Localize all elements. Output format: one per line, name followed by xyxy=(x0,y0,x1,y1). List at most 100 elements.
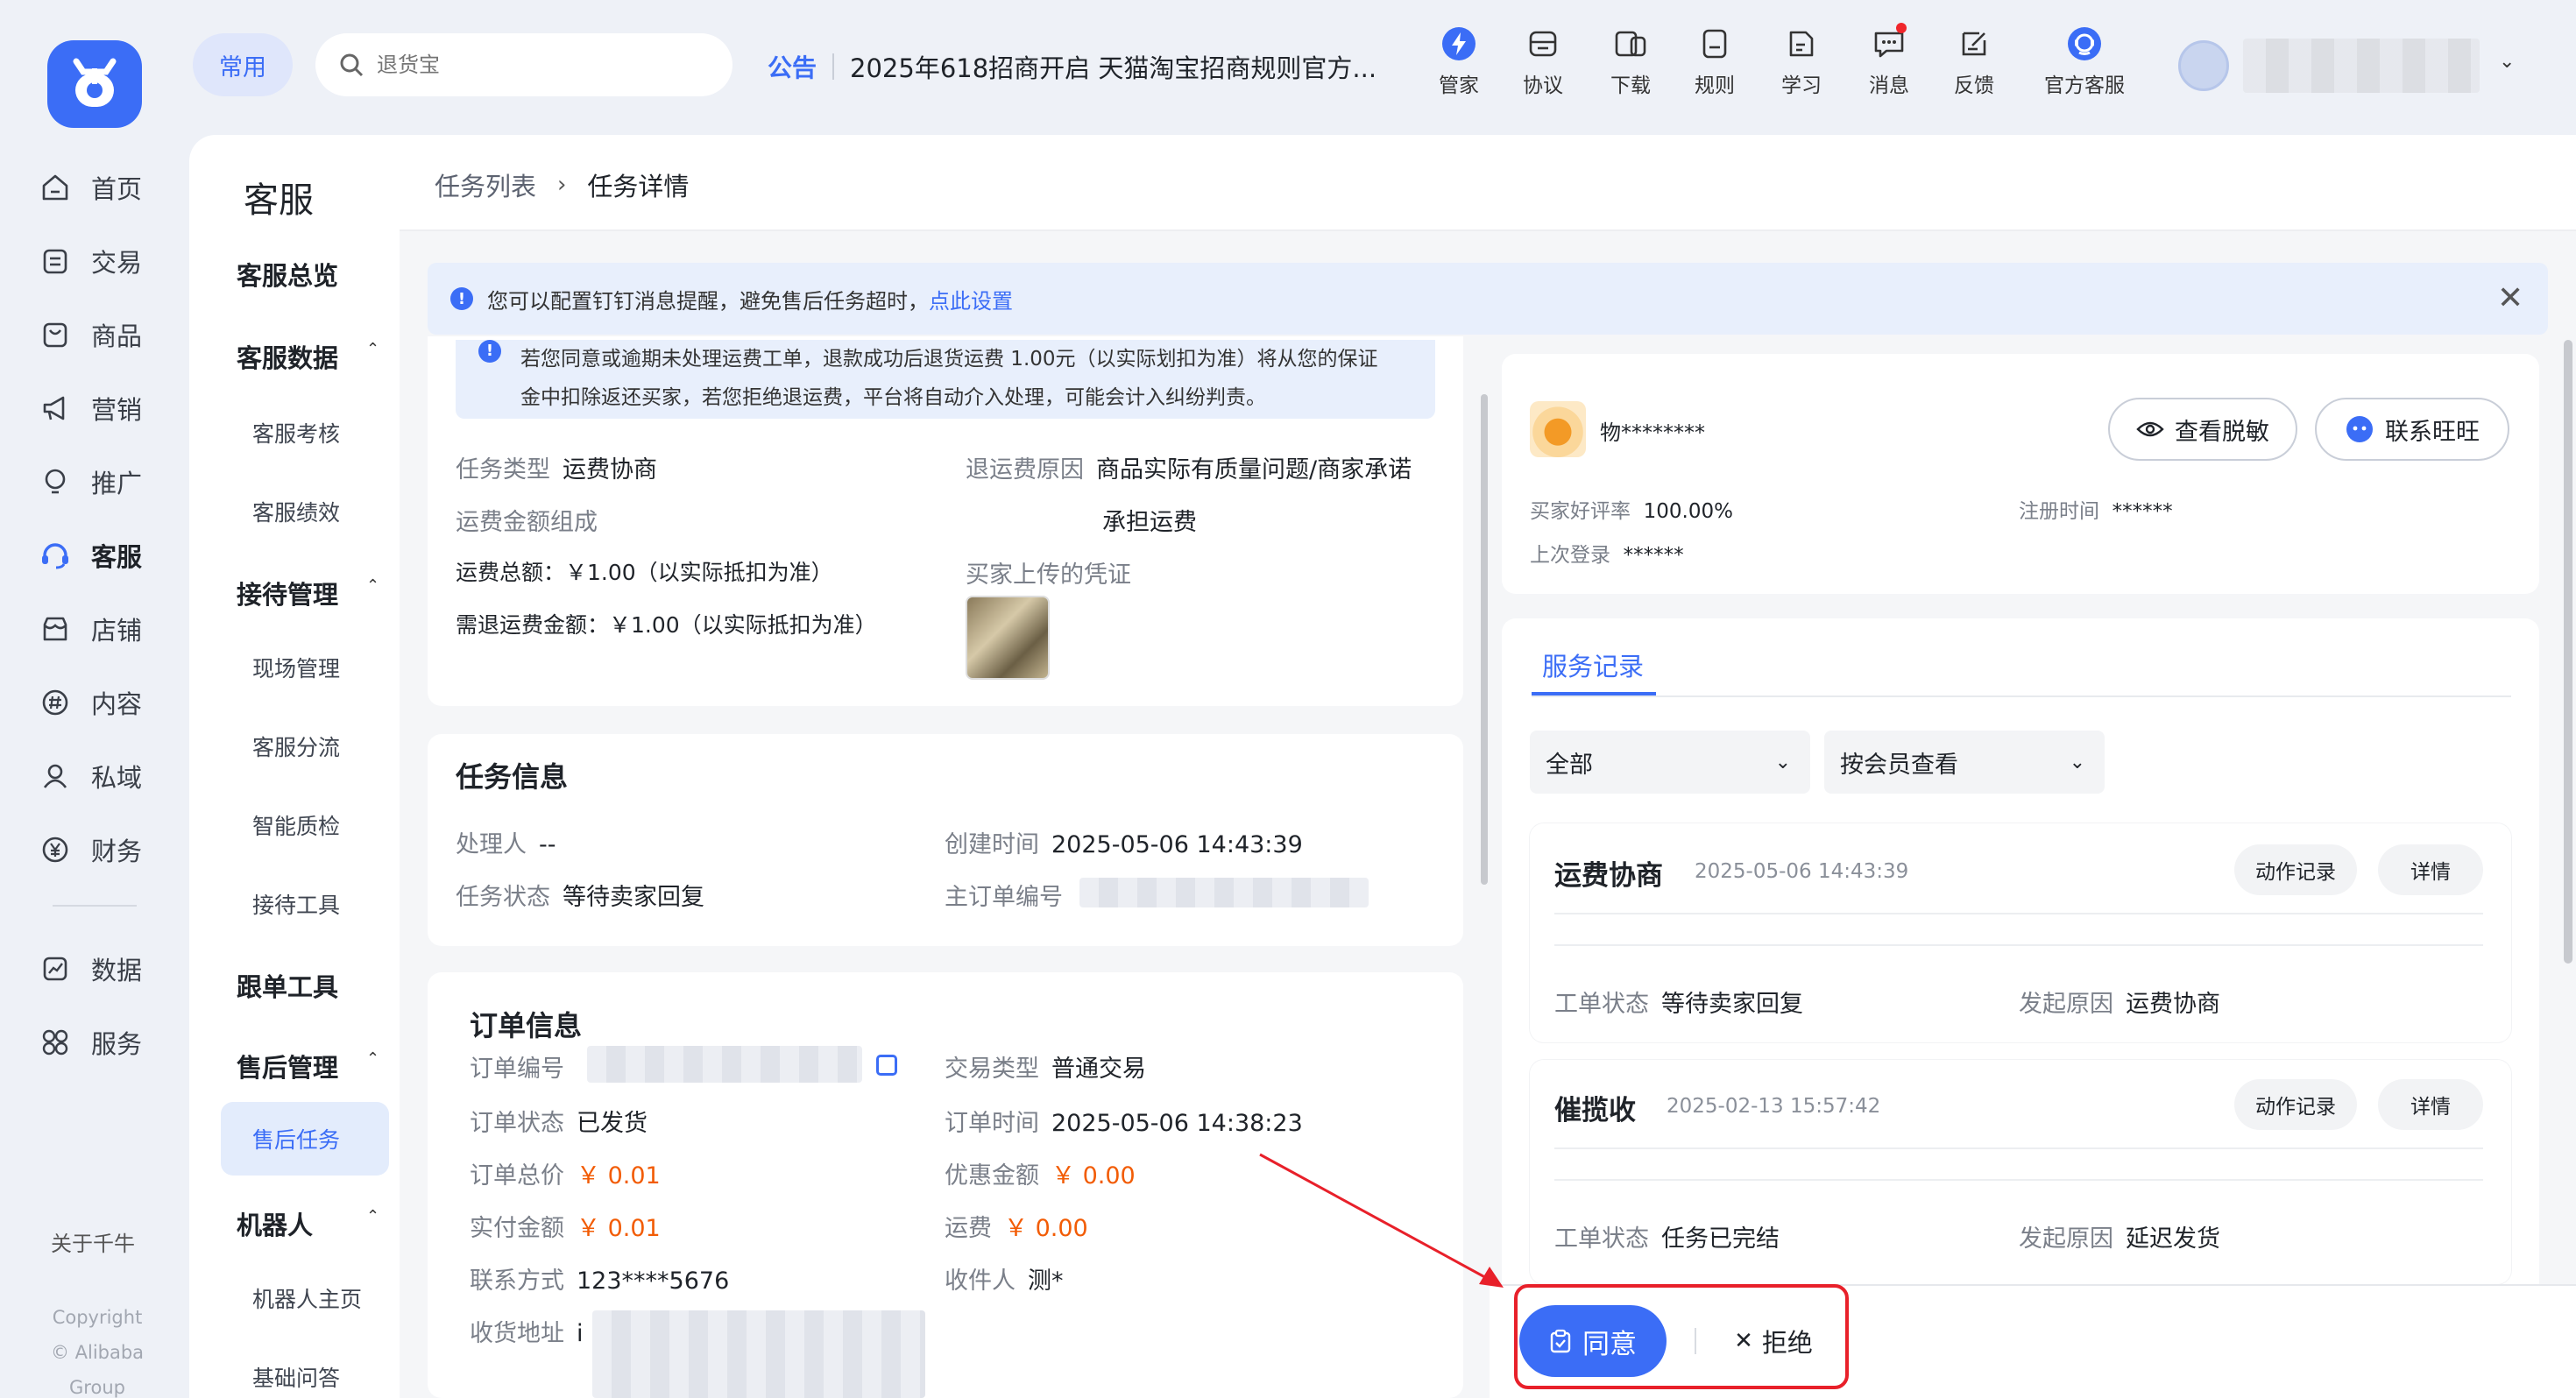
copyright-company: © Alibaba Group xyxy=(50,1342,145,1398)
chevron-up-icon[interactable]: ⌃ xyxy=(366,340,379,358)
subnav-item[interactable]: 客服考核 xyxy=(252,417,340,448)
order-status: 订单状态 已发货 xyxy=(470,1104,648,1138)
view-unmasked-button[interactable]: 查看脱敏 xyxy=(2108,398,2297,461)
filter-member-select[interactable]: 按会员查看 ⌄ xyxy=(1824,731,2105,794)
nav-marketing[interactable]: 营销 xyxy=(39,384,142,433)
nav-label: 私域 xyxy=(91,763,143,793)
breadcrumb-current: 任务详情 xyxy=(587,172,690,201)
nav-shop[interactable]: 店铺 xyxy=(39,604,142,653)
task-status: 任务状态 等待卖家回复 xyxy=(456,878,704,912)
nav-customer-service[interactable]: 客服 xyxy=(39,531,142,580)
field-label: 主订单编号 xyxy=(945,884,1063,911)
user-avatar[interactable] xyxy=(2178,40,2229,91)
search-box[interactable] xyxy=(315,33,732,96)
nav-goods[interactable]: 商品 xyxy=(39,310,142,359)
topbar-feedback[interactable]: 反馈 xyxy=(1935,26,2013,98)
subnav-item[interactable]: 现场管理 xyxy=(252,652,340,683)
subnav-follow-tool[interactable]: 跟单工具 xyxy=(237,967,338,1004)
close-icon[interactable]: ✕ xyxy=(2497,280,2523,316)
subnav-group-robot[interactable]: 机器人 xyxy=(237,1205,313,1242)
subnav-group-reception[interactable]: 接待管理 xyxy=(237,575,338,611)
about-link[interactable]: 关于千牛 xyxy=(51,1226,135,1257)
topbar-messages[interactable]: 消息 xyxy=(1850,23,1928,98)
field-value: ￥ 0.01 xyxy=(577,1215,661,1242)
topbar-butler[interactable]: 管家 xyxy=(1419,26,1498,98)
tab-service-records[interactable]: 服务记录 xyxy=(1542,646,1644,683)
task-created: 创建时间 2025-05-06 14:43:39 xyxy=(945,825,1303,859)
nav-private-domain[interactable]: 私域 xyxy=(39,752,142,801)
subnav-group-data[interactable]: 客服数据 xyxy=(237,338,338,375)
nav-services[interactable]: 服务 xyxy=(39,1018,142,1067)
chevron-up-icon[interactable]: ⌃ xyxy=(366,576,379,595)
tab-baseline xyxy=(1532,695,2511,697)
record-time: 2025-05-06 14:43:39 xyxy=(1695,860,1909,883)
order-paid: 实付金额 ￥ 0.01 xyxy=(470,1209,661,1243)
freight-warning: ! 若您同意或逾期未处理运费工单，退款成功后退货运费 1.00元（以实际划扣为准… xyxy=(456,340,1435,419)
nav-data[interactable]: 数据 xyxy=(39,944,142,993)
topbar-learn[interactable]: 学习 xyxy=(1762,26,1841,98)
order-no-masked[interactable] xyxy=(587,1046,862,1083)
subnav-item[interactable]: 基础问答 xyxy=(252,1361,340,1393)
nav-home[interactable]: 首页 xyxy=(39,163,142,212)
trade-type: 交易类型 普通交易 xyxy=(945,1049,1146,1084)
chevron-down-icon[interactable]: ⌄ xyxy=(2499,51,2515,73)
copy-icon[interactable] xyxy=(876,1055,897,1076)
qianniu-logo[interactable] xyxy=(47,40,142,128)
logo-icon xyxy=(73,58,117,107)
topbar-official-service[interactable]: 官方客服 xyxy=(2043,26,2126,98)
alert-settings-link[interactable]: 点此设置 xyxy=(929,289,1013,314)
breadcrumb-parent[interactable]: 任务列表 xyxy=(435,166,536,203)
feedback-icon xyxy=(1957,26,1992,61)
subnav-item[interactable]: 客服绩效 xyxy=(252,496,340,527)
evidence-thumbnail[interactable] xyxy=(966,596,1050,680)
chevron-up-icon[interactable]: ⌃ xyxy=(366,1207,379,1225)
subnav-group-aftersale[interactable]: 售后管理 xyxy=(237,1048,338,1084)
nav-finance[interactable]: 财务 xyxy=(39,825,142,874)
address-masked[interactable] xyxy=(592,1310,925,1398)
nav-trade[interactable]: 交易 xyxy=(39,237,142,286)
nav-label: 交易 xyxy=(91,248,143,278)
subnav-item[interactable]: 接待工具 xyxy=(252,888,340,920)
contact-wangwang-button[interactable]: 联系旺旺 xyxy=(2315,398,2509,461)
subnav-item-aftersale-task[interactable]: 售后任务 xyxy=(221,1102,389,1176)
freight-refund: 需退运费金额：￥1.00（以实际抵扣为准） xyxy=(456,608,877,639)
subnav-item[interactable]: 客服分流 xyxy=(252,731,340,762)
panel-scrollbar[interactable] xyxy=(1481,394,1488,885)
notice-text[interactable]: 2025年618招商开启 天猫淘宝招商规则官方... xyxy=(850,48,1428,85)
subnav-item[interactable]: 智能质检 xyxy=(252,809,340,841)
chevron-up-icon[interactable]: ⌃ xyxy=(366,1049,379,1068)
field-label: 退运费原因 xyxy=(966,456,1084,484)
order-discount: 优惠金额 ￥ 0.00 xyxy=(945,1156,1136,1190)
subnav-item[interactable]: 机器人主页 xyxy=(252,1282,362,1314)
order-address: 收货地址 i xyxy=(470,1314,584,1348)
page-scrollbar[interactable] xyxy=(2564,340,2572,964)
topbar-agreement[interactable]: 协议 xyxy=(1504,26,1582,98)
field-label: 任务类型 xyxy=(456,456,550,484)
detail-button[interactable]: 详情 xyxy=(2378,844,2483,895)
common-button[interactable]: 常用 xyxy=(193,33,293,96)
goods-icon xyxy=(39,318,72,351)
field-label: 订单状态 xyxy=(470,1110,564,1137)
topbar-download[interactable]: 下载 xyxy=(1591,26,1670,98)
record-divider xyxy=(1554,944,2483,946)
account-name-masked[interactable] xyxy=(2243,39,2480,93)
topbar-rules[interactable]: 规则 xyxy=(1675,26,1754,98)
subnav-overview[interactable]: 客服总览 xyxy=(237,256,338,293)
field-value: i xyxy=(577,1320,584,1347)
filter-scope-select[interactable]: 全部 ⌄ xyxy=(1530,731,1810,794)
action-log-button[interactable]: 动作记录 xyxy=(2234,1079,2357,1130)
action-log-button[interactable]: 动作记录 xyxy=(2234,844,2357,895)
freight-composition: 运费金额组成 xyxy=(456,503,610,537)
hashtag-icon xyxy=(39,686,72,719)
record-time: 2025-02-13 15:57:42 xyxy=(1667,1095,1881,1118)
nav-content[interactable]: 内容 xyxy=(39,678,142,727)
field-value: ****** xyxy=(2112,500,2173,523)
nav-promotion[interactable]: 推广 xyxy=(39,457,142,506)
search-input[interactable] xyxy=(377,53,692,77)
notice-bar[interactable]: 公告 2025年618招商开启 天猫淘宝招商规则官方... xyxy=(768,49,1428,84)
detail-button[interactable]: 详情 xyxy=(2378,1079,2483,1130)
yen-icon xyxy=(39,833,72,866)
order-info-title: 订单信息 xyxy=(470,1009,583,1042)
annotation-arrow xyxy=(1259,1153,1504,1288)
main-order-no-masked[interactable] xyxy=(1079,878,1369,907)
